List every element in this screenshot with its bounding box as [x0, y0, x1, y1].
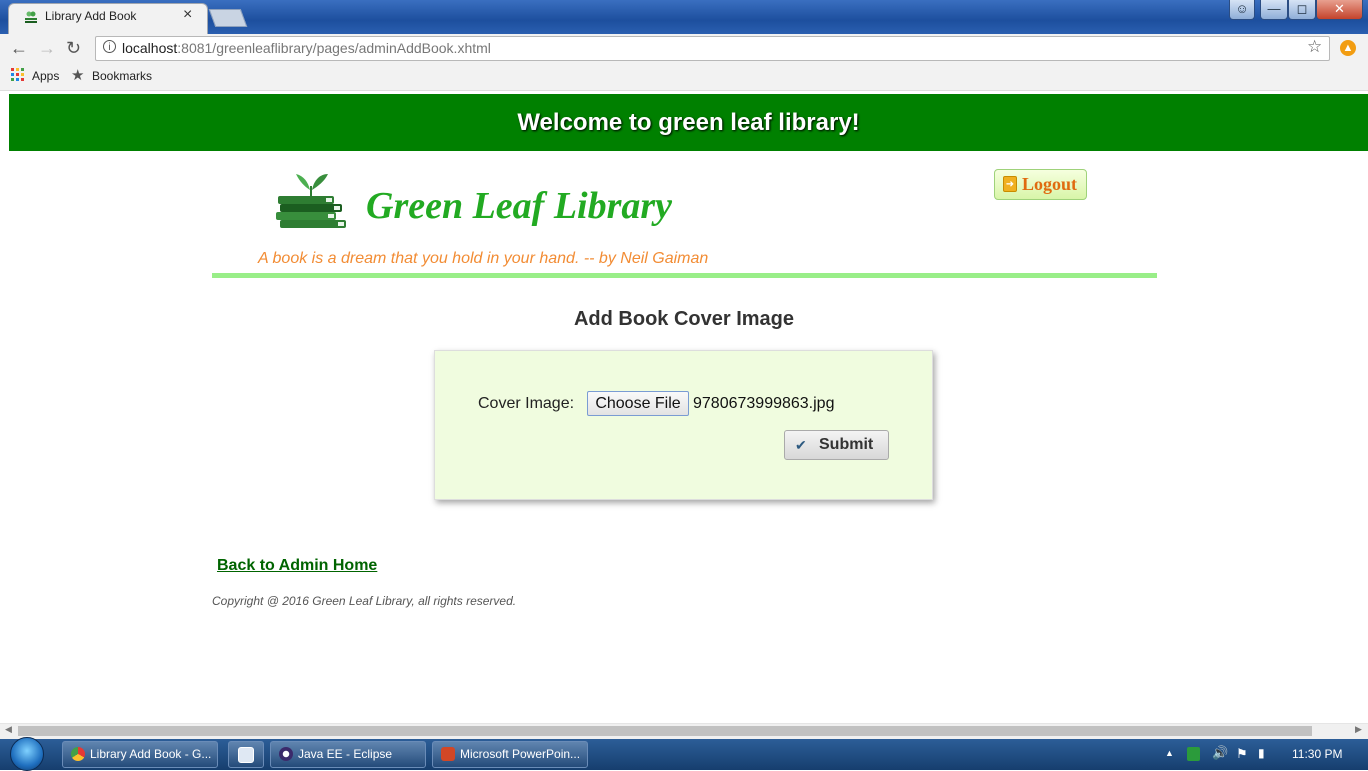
upload-form-panel	[434, 350, 933, 500]
url-path: :8081/greenleaflibrary/pages/adminAddBoo…	[177, 40, 491, 56]
extension-icon[interactable]: ▲	[1340, 40, 1356, 56]
maximize-button[interactable]: ◻	[1288, 0, 1316, 20]
bookmarks-folder[interactable]: Bookmarks	[92, 69, 152, 83]
apps-bookmark[interactable]: Apps	[32, 69, 59, 83]
user-profile-icon[interactable]: ☺	[1229, 0, 1255, 20]
network-signal-icon[interactable]: ▮	[1258, 746, 1265, 760]
back-to-admin-home-link[interactable]: Back to Admin Home	[217, 557, 377, 575]
site-name: Green Leaf Library	[366, 185, 673, 227]
header-divider	[212, 273, 1157, 278]
calculator-icon	[238, 747, 254, 763]
close-window-button[interactable]: ✕	[1316, 0, 1363, 20]
apps-grid-icon[interactable]	[11, 68, 24, 81]
volume-icon[interactable]: 🔊	[1212, 745, 1228, 761]
cover-image-label: Cover Image:	[478, 395, 575, 412]
tagline-quote: A book is a dream that you hold in your …	[258, 250, 709, 267]
taskbar-item-label: Microsoft PowerPoin...	[460, 747, 581, 761]
library-logo-icon	[270, 168, 350, 232]
tray-app-icon[interactable]	[1187, 747, 1200, 761]
url-host: localhost	[122, 40, 178, 56]
logout-icon: ➜	[1003, 176, 1017, 192]
action-center-flag-icon[interactable]: ⚑	[1236, 746, 1248, 762]
info-icon[interactable]: i	[103, 40, 116, 53]
taskbar-item-label: Library Add Book - G...	[90, 747, 212, 761]
scroll-right-arrow-icon[interactable]: ▶	[1355, 724, 1362, 735]
logout-label[interactable]: Logout	[1022, 174, 1077, 195]
scrollbar-thumb[interactable]	[18, 726, 1312, 736]
page-title: Add Book Cover Image	[573, 308, 795, 330]
start-button[interactable]	[10, 737, 44, 771]
url-text[interactable]: localhost:8081/greenleaflibrary/pages/ad…	[122, 40, 491, 56]
chrome-icon	[71, 747, 85, 761]
checkmark-icon: ✔	[795, 437, 807, 453]
eclipse-icon	[279, 747, 293, 761]
reload-icon[interactable]: ↻	[66, 38, 81, 59]
bookmark-star-icon[interactable]: ☆	[1307, 37, 1322, 57]
copyright-text: Copyright @ 2016 Green Leaf Library, all…	[212, 594, 517, 608]
back-arrow-icon[interactable]: ←	[10, 38, 28, 59]
bookmarks-star-icon: ★	[71, 67, 85, 84]
bookmarks-bar	[0, 64, 1368, 91]
taskbar-clock[interactable]: 11:30 PM	[1292, 747, 1342, 761]
scroll-left-arrow-icon[interactable]: ◀	[5, 724, 12, 735]
tab-close-icon[interactable]: ×	[183, 6, 192, 24]
submit-label[interactable]: Submit	[819, 436, 873, 454]
book-favicon-icon	[24, 10, 38, 24]
tray-expand-icon[interactable]: ▲	[1165, 748, 1174, 758]
powerpoint-icon	[441, 747, 455, 761]
tab-title: Library Add Book	[45, 9, 137, 23]
new-tab-button[interactable]	[208, 9, 248, 27]
choose-file-button[interactable]: Choose File	[587, 391, 689, 416]
minimize-button[interactable]: —	[1260, 0, 1288, 20]
forward-arrow-icon[interactable]: →	[38, 38, 56, 59]
welcome-text: Welcome to green leaf library!	[517, 109, 860, 136]
taskbar-item-label: Java EE - Eclipse	[298, 747, 393, 761]
selected-file-name: 9780673999863.jpg	[693, 395, 835, 412]
